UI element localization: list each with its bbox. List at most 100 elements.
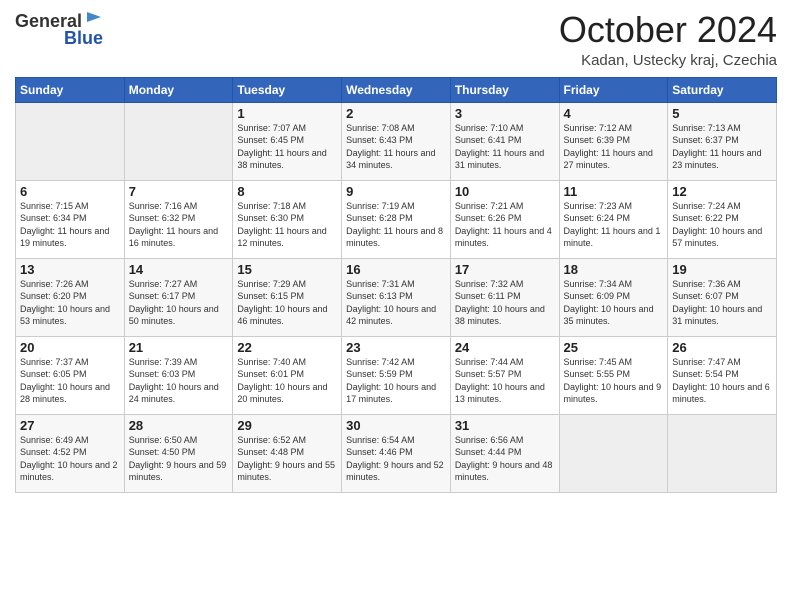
calendar-cell: 23Sunrise: 7:42 AMSunset: 5:59 PMDayligh…	[342, 336, 451, 414]
calendar-cell: 15Sunrise: 7:29 AMSunset: 6:15 PMDayligh…	[233, 258, 342, 336]
day-number: 27	[20, 418, 120, 433]
day-number: 23	[346, 340, 446, 355]
day-info: Sunrise: 7:40 AMSunset: 6:01 PMDaylight:…	[237, 356, 337, 406]
calendar-cell: 8Sunrise: 7:18 AMSunset: 6:30 PMDaylight…	[233, 180, 342, 258]
day-info: Sunrise: 6:56 AMSunset: 4:44 PMDaylight:…	[455, 434, 555, 484]
day-number: 21	[129, 340, 229, 355]
day-number: 13	[20, 262, 120, 277]
day-info: Sunrise: 7:27 AMSunset: 6:17 PMDaylight:…	[129, 278, 229, 328]
col-header-friday: Friday	[559, 77, 668, 102]
col-header-thursday: Thursday	[450, 77, 559, 102]
day-info: Sunrise: 6:54 AMSunset: 4:46 PMDaylight:…	[346, 434, 446, 484]
calendar-cell: 27Sunrise: 6:49 AMSunset: 4:52 PMDayligh…	[16, 414, 125, 492]
calendar-header-row: SundayMondayTuesdayWednesdayThursdayFrid…	[16, 77, 777, 102]
calendar-cell: 13Sunrise: 7:26 AMSunset: 6:20 PMDayligh…	[16, 258, 125, 336]
calendar-cell: 2Sunrise: 7:08 AMSunset: 6:43 PMDaylight…	[342, 102, 451, 180]
day-number: 18	[564, 262, 664, 277]
day-number: 7	[129, 184, 229, 199]
day-info: Sunrise: 7:13 AMSunset: 6:37 PMDaylight:…	[672, 122, 772, 172]
calendar-cell: 21Sunrise: 7:39 AMSunset: 6:03 PMDayligh…	[124, 336, 233, 414]
day-number: 22	[237, 340, 337, 355]
calendar-cell: 6Sunrise: 7:15 AMSunset: 6:34 PMDaylight…	[16, 180, 125, 258]
day-info: Sunrise: 7:21 AMSunset: 6:26 PMDaylight:…	[455, 200, 555, 250]
logo-arrow-icon	[85, 8, 103, 26]
calendar-cell: 14Sunrise: 7:27 AMSunset: 6:17 PMDayligh…	[124, 258, 233, 336]
calendar-cell: 9Sunrise: 7:19 AMSunset: 6:28 PMDaylight…	[342, 180, 451, 258]
calendar-cell: 17Sunrise: 7:32 AMSunset: 6:11 PMDayligh…	[450, 258, 559, 336]
day-info: Sunrise: 7:16 AMSunset: 6:32 PMDaylight:…	[129, 200, 229, 250]
day-info: Sunrise: 7:29 AMSunset: 6:15 PMDaylight:…	[237, 278, 337, 328]
day-number: 20	[20, 340, 120, 355]
col-header-sunday: Sunday	[16, 77, 125, 102]
header: General Blue October 2024 Kadan, Ustecky…	[15, 10, 777, 69]
day-info: Sunrise: 7:47 AMSunset: 5:54 PMDaylight:…	[672, 356, 772, 406]
col-header-wednesday: Wednesday	[342, 77, 451, 102]
day-number: 2	[346, 106, 446, 121]
calendar-cell: 3Sunrise: 7:10 AMSunset: 6:41 PMDaylight…	[450, 102, 559, 180]
day-number: 5	[672, 106, 772, 121]
title-block: October 2024 Kadan, Ustecky kraj, Czechi…	[559, 10, 777, 69]
calendar-week-3: 20Sunrise: 7:37 AMSunset: 6:05 PMDayligh…	[16, 336, 777, 414]
day-info: Sunrise: 7:34 AMSunset: 6:09 PMDaylight:…	[564, 278, 664, 328]
day-number: 8	[237, 184, 337, 199]
calendar-cell: 26Sunrise: 7:47 AMSunset: 5:54 PMDayligh…	[668, 336, 777, 414]
day-number: 12	[672, 184, 772, 199]
col-header-tuesday: Tuesday	[233, 77, 342, 102]
calendar-cell: 18Sunrise: 7:34 AMSunset: 6:09 PMDayligh…	[559, 258, 668, 336]
day-info: Sunrise: 7:36 AMSunset: 6:07 PMDaylight:…	[672, 278, 772, 328]
calendar-cell	[559, 414, 668, 492]
day-info: Sunrise: 7:26 AMSunset: 6:20 PMDaylight:…	[20, 278, 120, 328]
day-number: 17	[455, 262, 555, 277]
logo-blue: Blue	[64, 29, 103, 49]
calendar-cell: 1Sunrise: 7:07 AMSunset: 6:45 PMDaylight…	[233, 102, 342, 180]
day-number: 15	[237, 262, 337, 277]
day-info: Sunrise: 7:18 AMSunset: 6:30 PMDaylight:…	[237, 200, 337, 250]
day-number: 6	[20, 184, 120, 199]
calendar-cell: 4Sunrise: 7:12 AMSunset: 6:39 PMDaylight…	[559, 102, 668, 180]
day-info: Sunrise: 7:42 AMSunset: 5:59 PMDaylight:…	[346, 356, 446, 406]
page-container: General Blue October 2024 Kadan, Ustecky…	[0, 0, 792, 503]
calendar-week-1: 6Sunrise: 7:15 AMSunset: 6:34 PMDaylight…	[16, 180, 777, 258]
day-info: Sunrise: 7:24 AMSunset: 6:22 PMDaylight:…	[672, 200, 772, 250]
calendar-week-2: 13Sunrise: 7:26 AMSunset: 6:20 PMDayligh…	[16, 258, 777, 336]
calendar-cell: 30Sunrise: 6:54 AMSunset: 4:46 PMDayligh…	[342, 414, 451, 492]
calendar-cell: 20Sunrise: 7:37 AMSunset: 6:05 PMDayligh…	[16, 336, 125, 414]
day-number: 9	[346, 184, 446, 199]
day-info: Sunrise: 7:39 AMSunset: 6:03 PMDaylight:…	[129, 356, 229, 406]
month-title: October 2024	[559, 10, 777, 50]
calendar-cell	[668, 414, 777, 492]
day-number: 25	[564, 340, 664, 355]
calendar-cell: 7Sunrise: 7:16 AMSunset: 6:32 PMDaylight…	[124, 180, 233, 258]
day-info: Sunrise: 7:32 AMSunset: 6:11 PMDaylight:…	[455, 278, 555, 328]
day-info: Sunrise: 7:45 AMSunset: 5:55 PMDaylight:…	[564, 356, 664, 406]
calendar-cell: 10Sunrise: 7:21 AMSunset: 6:26 PMDayligh…	[450, 180, 559, 258]
location-subtitle: Kadan, Ustecky kraj, Czechia	[559, 52, 777, 69]
day-info: Sunrise: 7:08 AMSunset: 6:43 PMDaylight:…	[346, 122, 446, 172]
day-info: Sunrise: 7:37 AMSunset: 6:05 PMDaylight:…	[20, 356, 120, 406]
day-info: Sunrise: 7:07 AMSunset: 6:45 PMDaylight:…	[237, 122, 337, 172]
calendar-cell: 22Sunrise: 7:40 AMSunset: 6:01 PMDayligh…	[233, 336, 342, 414]
day-number: 19	[672, 262, 772, 277]
day-number: 1	[237, 106, 337, 121]
day-info: Sunrise: 7:15 AMSunset: 6:34 PMDaylight:…	[20, 200, 120, 250]
day-number: 28	[129, 418, 229, 433]
calendar-week-0: 1Sunrise: 7:07 AMSunset: 6:45 PMDaylight…	[16, 102, 777, 180]
day-number: 10	[455, 184, 555, 199]
day-info: Sunrise: 7:44 AMSunset: 5:57 PMDaylight:…	[455, 356, 555, 406]
day-info: Sunrise: 7:10 AMSunset: 6:41 PMDaylight:…	[455, 122, 555, 172]
logo: General Blue	[15, 10, 103, 49]
day-number: 14	[129, 262, 229, 277]
col-header-saturday: Saturday	[668, 77, 777, 102]
calendar-table: SundayMondayTuesdayWednesdayThursdayFrid…	[15, 77, 777, 493]
day-info: Sunrise: 6:50 AMSunset: 4:50 PMDaylight:…	[129, 434, 229, 484]
day-number: 24	[455, 340, 555, 355]
day-number: 30	[346, 418, 446, 433]
day-number: 11	[564, 184, 664, 199]
day-number: 31	[455, 418, 555, 433]
day-info: Sunrise: 7:23 AMSunset: 6:24 PMDaylight:…	[564, 200, 664, 250]
calendar-cell: 29Sunrise: 6:52 AMSunset: 4:48 PMDayligh…	[233, 414, 342, 492]
calendar-cell: 16Sunrise: 7:31 AMSunset: 6:13 PMDayligh…	[342, 258, 451, 336]
calendar-cell: 28Sunrise: 6:50 AMSunset: 4:50 PMDayligh…	[124, 414, 233, 492]
calendar-week-4: 27Sunrise: 6:49 AMSunset: 4:52 PMDayligh…	[16, 414, 777, 492]
calendar-cell: 5Sunrise: 7:13 AMSunset: 6:37 PMDaylight…	[668, 102, 777, 180]
